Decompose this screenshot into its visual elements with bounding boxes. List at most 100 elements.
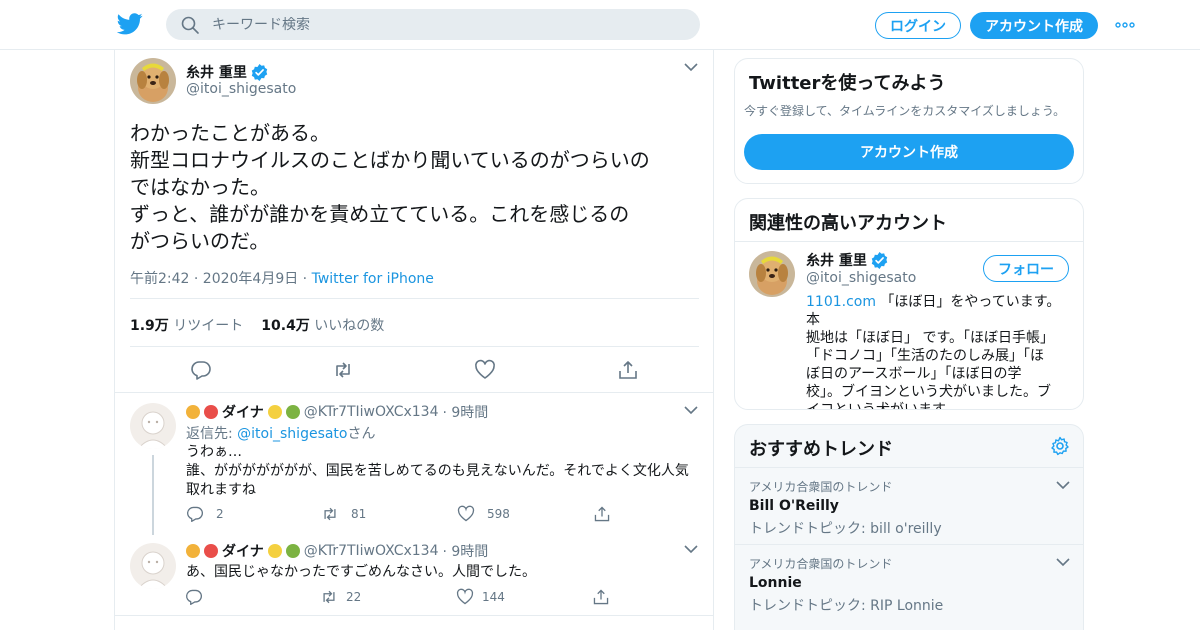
signup-card-title: Twitterを使ってみよう	[749, 73, 946, 94]
tweet-line: ではなかった。	[130, 175, 270, 199]
bio-line: ぼ日のアースボール」「ほぼ日の学	[806, 366, 1022, 382]
author-handle[interactable]: @itoi_shigesato	[186, 81, 296, 97]
lemon-emoji-icon	[267, 544, 282, 558]
reply-time[interactable]: · 9時間	[442, 402, 488, 422]
trend-name[interactable]: Bill O'Reilly	[749, 498, 839, 514]
avatar[interactable]	[130, 543, 176, 589]
reply-author-name[interactable]: ダイナ	[222, 541, 264, 561]
trend-name[interactable]: Lonnie	[749, 575, 802, 591]
share-icon[interactable]	[617, 359, 639, 381]
share-icon[interactable]	[592, 588, 610, 606]
related-account-bio: 1101.com 「ほぼ日」をやっています。本 拠地は「ほぼ日」 です。「ほぼ日…	[806, 293, 1071, 410]
like-icon[interactable]	[474, 359, 496, 381]
bio-line: イコという犬がいます。	[806, 402, 959, 410]
reply-to-handle[interactable]: @itoi_shigesato	[237, 426, 347, 442]
tweet-line: ずっと、誰がが誰かを責め立てている。これを感じるの	[130, 202, 630, 226]
related-account-name-text[interactable]: 糸井 重里	[806, 250, 867, 270]
retweet-label: リツイート	[173, 318, 244, 334]
reply-icon	[187, 506, 204, 523]
author-name[interactable]: 糸井 重里	[186, 62, 268, 82]
chevron-down-icon[interactable]	[1056, 557, 1070, 567]
like-count: 598	[487, 507, 510, 521]
reply-author-name[interactable]: ダイナ	[222, 402, 264, 422]
bio-link[interactable]: 1101.com	[806, 294, 876, 310]
chevron-down-icon[interactable]	[684, 62, 698, 72]
trend-context: アメリカ合衆国のトレンド	[749, 480, 893, 494]
reply-author-handle[interactable]: @KTr7TIiwOXCx134	[304, 543, 439, 559]
reply-author-handle[interactable]: @KTr7TIiwOXCx134	[304, 404, 439, 420]
tweet-line: わかったことがある。	[130, 121, 330, 145]
signup-button[interactable]: アカウント作成	[970, 12, 1098, 39]
tweet-line: 新型コロナウイルスのことばかり聞いているのがつらいの	[130, 148, 650, 172]
trend-item[interactable]: アメリカ合衆国のトレンド Bill O'Reilly トレンドトピック: bil…	[735, 467, 1083, 544]
related-account-name[interactable]: 糸井 重里	[806, 250, 888, 270]
reply-line: 誰、ががががががが、国民を苦しめてるのも見えないんだ。それでよく文化人気	[186, 463, 689, 479]
search-input[interactable]	[212, 16, 692, 33]
related-card-title: 関連性の高いアカウント	[749, 213, 947, 234]
melon-emoji-icon	[285, 405, 300, 419]
like-action[interactable]: 598	[457, 505, 510, 523]
trends-card-title: おすすめトレンド	[749, 439, 893, 460]
trend-item[interactable]: アメリカ合衆国のトレンド Lonnie トレンドトピック: RIP Lonnie	[735, 544, 1083, 621]
reply-icon[interactable]	[185, 588, 203, 606]
retweet-action[interactable]: 81	[321, 505, 366, 523]
search-bar[interactable]	[166, 9, 700, 40]
search-icon	[181, 16, 199, 34]
melon-emoji-icon	[285, 544, 300, 558]
reply-tweet[interactable]: ダイナ @KTr7TIiwOXCx134 · 9時間 あ、国民じゃなかったですご…	[115, 538, 713, 630]
reply-icon[interactable]	[190, 359, 212, 381]
related-account-handle[interactable]: @itoi_shigesato	[806, 270, 916, 286]
reply-text: うわぁ… 誰、ががががががが、国民を苦しめてるのも見えないんだ。それでよく文化人…	[186, 443, 696, 500]
peach-emoji-icon	[204, 405, 218, 419]
peach-emoji-icon	[204, 544, 218, 558]
thread-line	[152, 455, 154, 535]
chevron-down-icon[interactable]	[684, 544, 698, 554]
divider	[115, 615, 713, 616]
bio-line: 拠地は「ほぼ日」 です。「ほぼ日手帳」	[806, 330, 1055, 346]
retweet-stat[interactable]: 1.9万 リツイート	[130, 315, 243, 335]
reply-time[interactable]: · 9時間	[442, 541, 488, 561]
lemon-emoji-icon	[267, 405, 282, 419]
retweet-icon[interactable]	[320, 588, 338, 606]
signup-card-button[interactable]: アカウント作成	[744, 134, 1074, 170]
like-count: 10.4万	[261, 318, 310, 334]
login-button[interactable]: ログイン	[875, 12, 961, 39]
signup-card-subtitle: 今すぐ登録して、タイムラインをカスタマイズしましょう。	[744, 104, 1066, 118]
twitter-bird-icon[interactable]	[117, 13, 143, 35]
pineapple-emoji-icon	[186, 544, 200, 558]
chevron-down-icon[interactable]	[1056, 480, 1070, 490]
like-icon	[457, 505, 475, 522]
tweet-source-link[interactable]: Twitter for iPhone	[312, 271, 434, 287]
chevron-down-icon[interactable]	[684, 405, 698, 415]
signup-card: Twitterを使ってみよう 今すぐ登録して、タイムラインをカスタマイズしましょ…	[734, 58, 1084, 184]
reply-to: 返信先: @itoi_shigesatoさん	[186, 423, 376, 443]
top-header: ログイン アカウント作成	[0, 0, 1200, 50]
tweet-timestamp[interactable]: 午前2:42 · 2020年4月9日 ·	[130, 271, 312, 287]
reply-tweet[interactable]: ダイナ @KTr7TIiwOXCx134 · 9時間 返信先: @itoi_sh…	[115, 393, 713, 538]
share-action[interactable]	[593, 505, 611, 523]
tweet-meta: 午前2:42 · 2020年4月9日 · Twitter for iPhone	[130, 268, 434, 288]
more-icon[interactable]	[1114, 15, 1136, 35]
avatar[interactable]	[749, 251, 795, 297]
reply-to-prefix: 返信先:	[186, 426, 238, 442]
bio-line: 校」。ブイヨンという犬がいました。ブ	[806, 384, 1051, 400]
trend-topic: トレンドトピック: RIP Lonnie	[749, 598, 944, 614]
reply-line: うわぁ…	[186, 444, 242, 460]
reply-actions-row: 22 144	[185, 588, 705, 608]
reply-action[interactable]: 2	[186, 505, 224, 523]
main-column: 糸井 重里 @itoi_shigesato わかったことがある。 新型コロナウイ…	[114, 50, 714, 630]
verified-badge-icon	[871, 251, 888, 269]
author-name-text[interactable]: 糸井 重里	[186, 62, 247, 82]
reply-header: ダイナ @KTr7TIiwOXCx134 · 9時間	[186, 402, 488, 422]
bio-line: 「ドコノコ」「生活のたのしみ展」「ほ	[806, 348, 1044, 364]
like-stat[interactable]: 10.4万 いいねの数	[261, 315, 384, 335]
avatar[interactable]	[130, 58, 176, 104]
retweet-icon[interactable]	[332, 359, 354, 381]
gear-icon[interactable]	[1050, 436, 1070, 456]
like-label: いいねの数	[314, 318, 385, 334]
follow-button[interactable]: フォロー	[983, 255, 1069, 282]
pineapple-emoji-icon	[186, 405, 200, 419]
avatar[interactable]	[130, 403, 176, 449]
reply-to-suffix: さん	[347, 426, 376, 442]
like-icon[interactable]	[456, 588, 474, 606]
